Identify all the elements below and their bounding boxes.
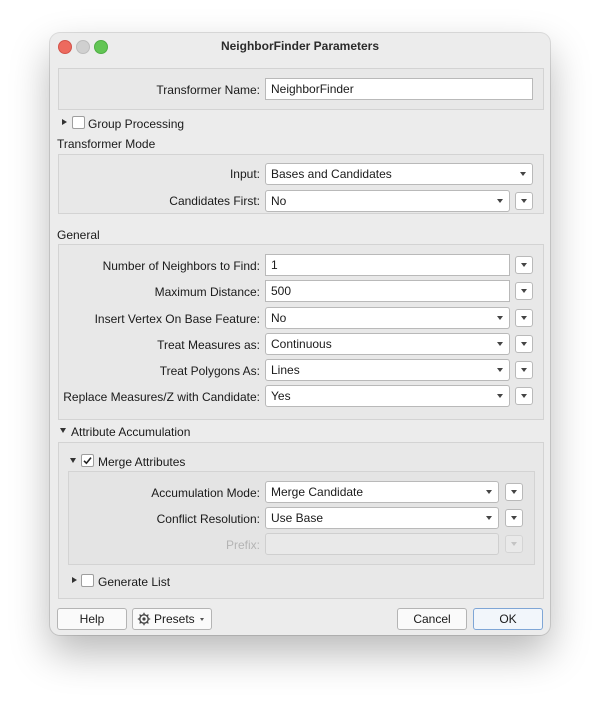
dropdown-caret-icon [511, 542, 517, 546]
prefix-label: Prefix: [225, 538, 260, 552]
candidates-first-label: Candidates First: [169, 194, 260, 208]
replace-measures-label: Replace Measures/Z with Candidate: [63, 390, 260, 404]
treat-measures-select[interactable]: Continuous [265, 333, 510, 355]
treat-measures-menu-button[interactable] [515, 335, 533, 353]
presets-label: Presets [154, 612, 195, 626]
dropdown-caret-icon [486, 490, 492, 494]
treat-polygons-menu-button[interactable] [515, 361, 533, 379]
dropdown-caret-icon [521, 394, 527, 398]
group-processing-label: Group Processing [88, 117, 185, 131]
dropdown-caret-icon [486, 516, 492, 520]
input-label: Input: [229, 167, 260, 181]
replace-measures-menu-button[interactable] [515, 387, 533, 405]
dropdown-caret-icon [521, 289, 527, 293]
insert-vertex-menu-button[interactable] [515, 309, 533, 327]
neighbors-menu-button[interactable] [515, 256, 533, 274]
input-select-value: Bases and Candidates [271, 167, 392, 181]
max-distance-input[interactable]: 500 [265, 280, 510, 302]
max-distance-label: Maximum Distance: [154, 285, 260, 299]
prefix-input[interactable] [265, 533, 499, 555]
candidates-first-value: No [271, 194, 287, 208]
dropdown-caret-icon [497, 368, 503, 372]
ok-button[interactable]: OK [473, 608, 543, 630]
candidates-first-menu-button[interactable] [515, 192, 533, 210]
treat-polygons-select[interactable]: Lines [265, 359, 510, 381]
generate-list-label: Generate List [98, 575, 171, 589]
attribute-accumulation-heading: Attribute Accumulation [71, 425, 191, 439]
dropdown-caret-icon [520, 172, 526, 176]
parameters-dialog: NeighborFinder Parameters Transformer Na… [50, 33, 550, 635]
dropdown-caret-icon [511, 490, 517, 494]
accumulation-mode-select[interactable]: Merge Candidate [265, 481, 499, 503]
insert-vertex-value: No [271, 311, 287, 325]
merge-attributes-checkbox[interactable] [81, 454, 94, 467]
conflict-resolution-select[interactable]: Use Base [265, 507, 499, 529]
cancel-button[interactable]: Cancel [397, 608, 467, 630]
window-title: NeighborFinder Parameters [220, 39, 380, 53]
conflict-resolution-label: Conflict Resolution: [156, 512, 260, 526]
dropdown-caret-icon [497, 316, 503, 320]
dropdown-caret-icon [521, 199, 527, 203]
dropdown-caret-icon [497, 342, 503, 346]
conflict-resolution-value: Use Base [271, 511, 324, 525]
gear-icon [137, 612, 151, 626]
prefix-menu-button[interactable] [505, 535, 523, 553]
conflict-resolution-menu-button[interactable] [505, 509, 523, 527]
neighbors-label: Number of Neighbors to Find: [102, 259, 260, 273]
merge-attributes-collapse-icon[interactable] [70, 458, 76, 463]
dropdown-caret-icon [497, 199, 503, 203]
title-bar: NeighborFinder Parameters [50, 33, 550, 59]
transformer-name-label: Transformer Name: [156, 83, 260, 97]
checkmark-icon [83, 457, 92, 465]
insert-vertex-label: Insert Vertex On Base Feature: [94, 312, 260, 326]
dropdown-caret-icon [511, 516, 517, 520]
dropdown-caret-icon [521, 368, 527, 372]
general-heading: General [57, 228, 100, 242]
treat-polygons-label: Treat Polygons As: [159, 364, 260, 378]
dropdown-caret-icon [521, 263, 527, 267]
dropdown-caret-icon [521, 316, 527, 320]
replace-measures-select[interactable]: Yes [265, 385, 510, 407]
accumulation-mode-menu-button[interactable] [505, 483, 523, 501]
transformer-name-input[interactable]: NeighborFinder [265, 78, 533, 100]
max-distance-menu-button[interactable] [515, 282, 533, 300]
treat-measures-label: Treat Measures as: [157, 338, 260, 352]
accumulation-mode-value: Merge Candidate [271, 485, 364, 499]
transformer-mode-heading: Transformer Mode [57, 137, 156, 151]
neighbors-input[interactable]: 1 [265, 254, 510, 276]
generate-list-expand-icon[interactable] [72, 577, 77, 583]
group-processing-checkbox[interactable] [72, 116, 85, 129]
attribute-accumulation-collapse-icon[interactable] [60, 428, 66, 433]
dropdown-caret-icon [497, 394, 503, 398]
accumulation-mode-label: Accumulation Mode: [151, 486, 260, 500]
candidates-first-select[interactable]: No [265, 190, 510, 212]
dropdown-caret-icon [521, 342, 527, 346]
merge-attributes-label: Merge Attributes [98, 455, 186, 469]
help-button[interactable]: Help [57, 608, 127, 630]
generate-list-checkbox[interactable] [81, 574, 94, 587]
treat-polygons-value: Lines [271, 363, 300, 377]
insert-vertex-select[interactable]: No [265, 307, 510, 329]
treat-measures-value: Continuous [271, 337, 332, 351]
chevron-down-icon [200, 618, 204, 621]
input-select[interactable]: Bases and Candidates [265, 163, 533, 185]
presets-button[interactable]: Presets [132, 608, 212, 630]
group-processing-expand-icon[interactable] [62, 119, 67, 125]
replace-measures-value: Yes [271, 389, 291, 403]
